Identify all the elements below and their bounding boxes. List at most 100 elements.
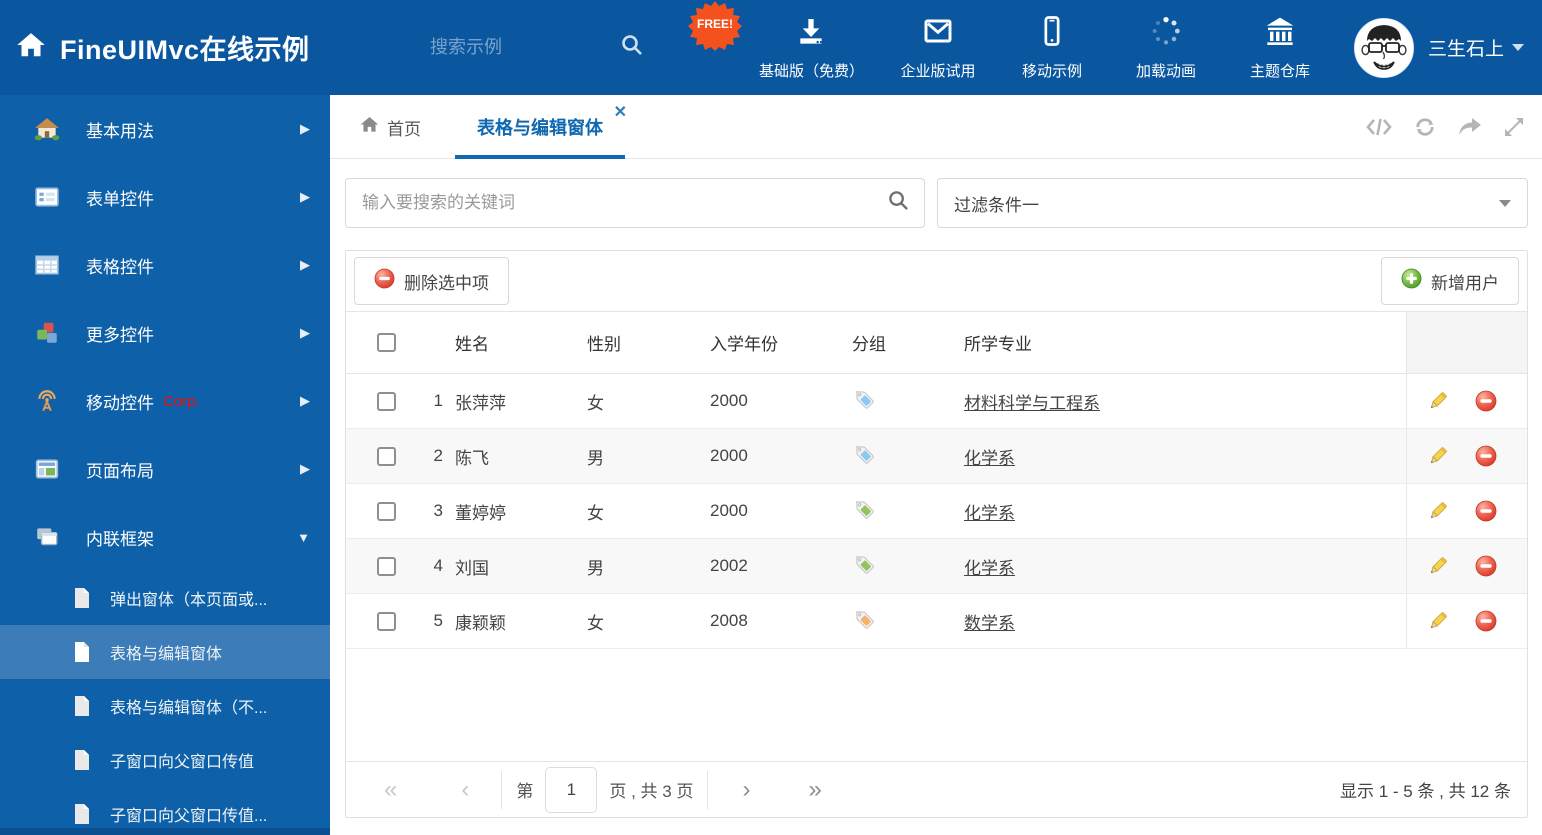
- form-icon: [34, 184, 60, 210]
- antenna-icon: [34, 388, 60, 414]
- delete-selected-button[interactable]: 删除选中项: [354, 257, 509, 305]
- avatar[interactable]: [1353, 17, 1414, 78]
- search-icon[interactable]: [620, 33, 644, 62]
- cell-gender: 女: [587, 503, 604, 523]
- row-index: 3: [433, 501, 443, 520]
- frames-icon: [34, 524, 60, 550]
- sidebar-item-form-controls[interactable]: 表单控件 ▶: [0, 163, 330, 231]
- sidebar-item-inline-frame[interactable]: 内联框架 ▼: [0, 503, 330, 571]
- edit-icon[interactable]: [1427, 445, 1449, 467]
- cell-year: 2000: [710, 446, 748, 465]
- grid-panel: 删除选中项 新增用户 姓名 性别 入学年份 分组 所学专业 1 张萍萍 女 20…: [345, 250, 1528, 818]
- sidebar-item-mobile-controls[interactable]: 移动控件 Corp. ▶: [0, 367, 330, 435]
- row-checkbox[interactable]: [377, 501, 396, 521]
- cell-group: [841, 388, 958, 415]
- close-icon[interactable]: ✕: [614, 105, 627, 121]
- sidebar-item-basic-usage[interactable]: 基本用法 ▶: [0, 95, 330, 163]
- sidebar-subitem-child-to-parent[interactable]: 子窗口向父窗口传值: [0, 733, 330, 787]
- nav-basic-edition[interactable]: 基础版（免费）: [759, 15, 864, 81]
- column-header-year[interactable]: 入学年份: [701, 330, 841, 355]
- sidebar-subitem-grid-edit-window[interactable]: 表格与编辑窗体: [0, 625, 330, 679]
- row-checkbox[interactable]: [377, 446, 396, 466]
- nav-enterprise-trial[interactable]: 企业版试用: [898, 15, 978, 81]
- header-search-input[interactable]: [430, 37, 580, 58]
- column-header-major[interactable]: 所学专业: [958, 330, 1406, 355]
- delete-icon[interactable]: [1475, 555, 1497, 577]
- column-header-group[interactable]: 分组: [841, 330, 958, 355]
- bank-icon: [1264, 15, 1296, 52]
- filter-condition-value: 过滤条件一: [954, 195, 1039, 215]
- nav-mobile-demo[interactable]: 移动示例: [1012, 15, 1092, 81]
- cell-name: 董婷婷: [455, 503, 506, 523]
- refresh-icon[interactable]: [1414, 116, 1436, 138]
- row-checkbox[interactable]: [377, 556, 396, 576]
- expand-icon[interactable]: [1504, 117, 1524, 137]
- tag-icon: [852, 443, 874, 470]
- select-all-checkbox[interactable]: [377, 333, 396, 352]
- delete-icon[interactable]: [1475, 445, 1497, 467]
- tab-label: 表格与编辑窗体: [477, 118, 603, 138]
- sidebar-item-grid-controls[interactable]: 表格控件 ▶: [0, 231, 330, 299]
- chevron-right-icon: ▶: [300, 121, 310, 136]
- tab-strip: 首页 表格与编辑窗体 ✕: [330, 95, 1542, 159]
- first-page-button[interactable]: «: [380, 777, 401, 802]
- column-header-name[interactable]: 姓名: [451, 330, 581, 355]
- sidebar-item-label: 基本用法: [86, 121, 154, 141]
- keyword-search-input[interactable]: [362, 193, 887, 213]
- last-page-button[interactable]: »: [804, 777, 825, 802]
- edit-icon[interactable]: [1427, 610, 1449, 632]
- edit-icon[interactable]: [1427, 500, 1449, 522]
- chevron-right-icon: ▶: [300, 257, 310, 272]
- sidebar-subitem-label: 表格与编辑窗体（不...: [110, 700, 268, 717]
- major-link[interactable]: 化学系: [964, 559, 1015, 578]
- table-row: 5 康颖颖 女 2008 数学系: [346, 594, 1527, 649]
- app-title: FineUIMvc在线示例: [60, 35, 310, 65]
- brand[interactable]: FineUIMvc在线示例: [16, 0, 310, 95]
- sidebar-subitem-label: 子窗口向父窗口传值: [110, 754, 255, 771]
- search-icon[interactable]: [887, 189, 910, 217]
- prev-page-button[interactable]: ‹: [457, 777, 473, 802]
- page-number-input[interactable]: [545, 766, 598, 813]
- source-code-icon[interactable]: [1366, 117, 1392, 137]
- row-checkbox[interactable]: [377, 391, 396, 411]
- row-index: 5: [433, 611, 443, 630]
- edit-icon[interactable]: [1427, 390, 1449, 412]
- row-index: 1: [433, 391, 443, 410]
- chevron-down-icon: ▼: [297, 529, 310, 545]
- sidebar-item-page-layout[interactable]: 页面布局 ▶: [0, 435, 330, 503]
- nav-loading-animation[interactable]: 加载动画: [1126, 15, 1206, 81]
- add-user-button[interactable]: 新增用户: [1381, 257, 1519, 305]
- tab-grid-edit-window[interactable]: 表格与编辑窗体 ✕: [455, 95, 627, 159]
- sidebar-subitem-popup-window[interactable]: 弹出窗体（本页面或...: [0, 571, 330, 625]
- major-link[interactable]: 数学系: [964, 614, 1015, 633]
- table-row: 3 董婷婷 女 2000 化学系: [346, 484, 1527, 539]
- corp-badge: Corp.: [163, 392, 200, 410]
- spinner-icon: [1150, 15, 1182, 52]
- column-header-gender[interactable]: 性别: [581, 330, 701, 355]
- user-menu[interactable]: 三生石上: [1353, 0, 1524, 95]
- grid-header-row: 姓名 性别 入学年份 分组 所学专业: [346, 311, 1527, 374]
- nav-theme-repo[interactable]: 主题仓库: [1240, 15, 1320, 81]
- next-page-button[interactable]: ›: [738, 777, 754, 802]
- sidebar: 基本用法 ▶ 表单控件 ▶ 表格控件 ▶ 更多控件 ▶ 移动控件 Corp. ▶: [0, 95, 330, 835]
- filter-condition-select[interactable]: 过滤条件一: [937, 178, 1528, 228]
- plus-circle-icon: [1401, 268, 1422, 294]
- cell-group: [841, 443, 958, 470]
- page-icon: [72, 803, 92, 825]
- table-icon: [34, 252, 60, 278]
- tab-home[interactable]: 首页: [360, 95, 421, 159]
- delete-icon[interactable]: [1475, 610, 1497, 632]
- page-icon: [72, 695, 92, 717]
- delete-icon[interactable]: [1475, 390, 1497, 412]
- major-link[interactable]: 化学系: [964, 449, 1015, 468]
- sidebar-subitem-grid-edit-window-2[interactable]: 表格与编辑窗体（不...: [0, 679, 330, 733]
- share-icon[interactable]: [1458, 117, 1482, 137]
- delete-icon[interactable]: [1475, 500, 1497, 522]
- sidebar-item-more-controls[interactable]: 更多控件 ▶: [0, 299, 330, 367]
- row-checkbox[interactable]: [377, 611, 396, 631]
- major-link[interactable]: 化学系: [964, 504, 1015, 523]
- page-label-suffix: 页 , 共 3 页: [609, 782, 694, 801]
- column-header-actions: [1406, 312, 1527, 373]
- major-link[interactable]: 材料科学与工程系: [964, 394, 1100, 413]
- edit-icon[interactable]: [1427, 555, 1449, 577]
